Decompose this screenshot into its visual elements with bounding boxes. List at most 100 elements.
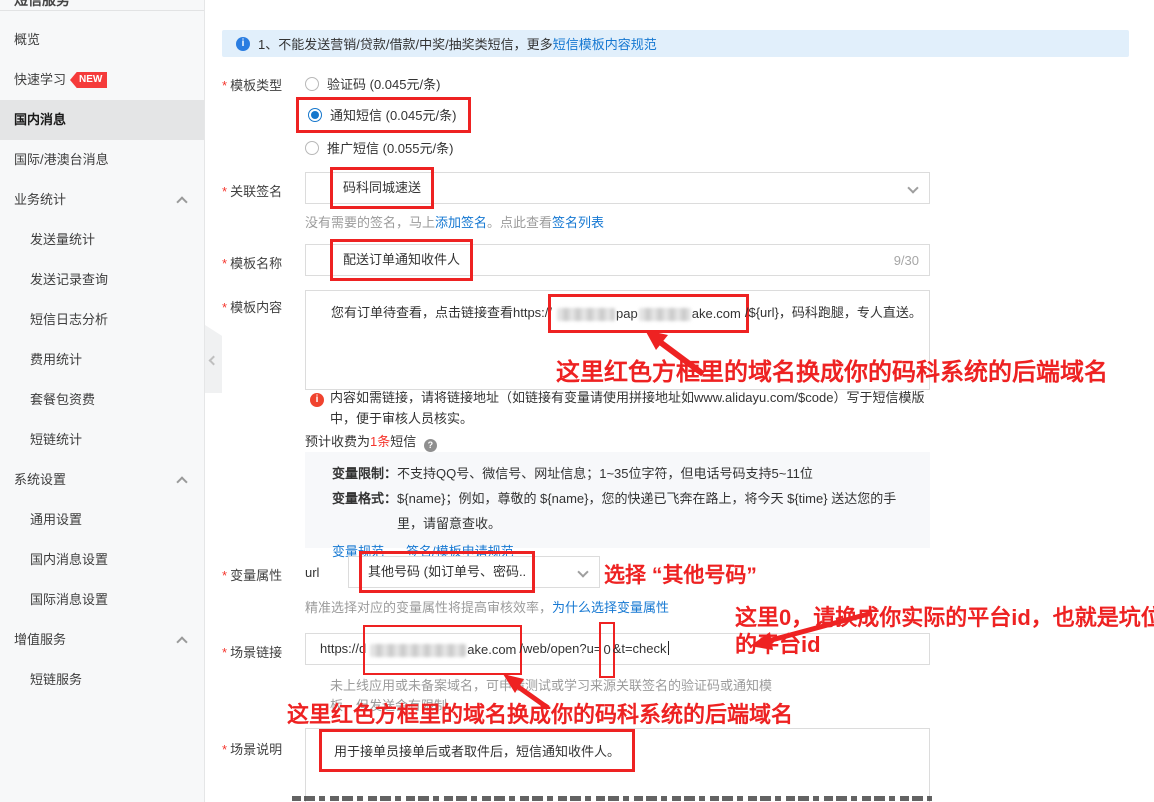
scene-link-helper-line1: 未上线应用或未备案域名，可申请测试或学习来源关联签名的验证码或通知模 — [330, 675, 772, 694]
radio-label: 验证码 (0.045元/条) — [327, 77, 440, 92]
notice-banner: i 1、不能发送营销/贷款/借款/中奖/抽奖类短信，更多短信模板内容规范 — [222, 30, 1129, 57]
variable-attr-select[interactable]: 其他号码 (如订单号、密码.. — [348, 556, 600, 588]
banner-link-template-rules[interactable]: 短信模板内容规范 — [553, 34, 657, 53]
radio-label: 推广短信 (0.055元/条) — [327, 141, 453, 156]
signature-select[interactable]: 码科同城速送 — [305, 172, 930, 204]
why-variable-attr-link[interactable]: 为什么选择变量属性 — [552, 600, 669, 615]
required-mark: * — [222, 78, 227, 93]
redbox-notification-sms: 通知短信 (0.045元/条) — [296, 97, 471, 133]
url-text: &t=check — [613, 641, 667, 656]
redbox-scene-domain: ake.com — [363, 625, 522, 675]
add-signature-link[interactable]: 添加签名 — [435, 215, 487, 230]
sidebar-item-shortlink-service[interactable]: 短链服务 — [0, 660, 204, 700]
helper-text: 没有需要的签名，马上 — [305, 215, 435, 230]
sidebar: 短信服务 概览 快速学习NEW 国内消息 国际/港澳台消息 业务统计 发送量统计… — [0, 0, 205, 802]
required-mark: * — [222, 184, 227, 199]
label-template-type: *模板类型 — [222, 75, 282, 94]
new-badge: NEW — [70, 72, 107, 88]
sidebar-group-value-added[interactable]: 增值服务 — [0, 620, 204, 660]
chevron-left-icon — [209, 356, 219, 366]
content-text: /${url}，码科跑腿，专人直送。 — [745, 305, 922, 320]
sidebar-nav: 概览 快速学习 NEW 国内消息 国际/港澳台消息 业务统计 发送量统计 发送记录… — [0, 20, 204, 700]
scene-desc-textarea[interactable]: 用于接单员接单后或者取件后，短信通知收件人。 — [305, 728, 930, 802]
help-icon[interactable]: ? — [424, 439, 437, 452]
sidebar-group-system-settings[interactable]: 系统设置 — [0, 460, 204, 500]
label-text: 场景说明 — [230, 742, 282, 757]
warning-icon: i — [310, 389, 324, 407]
label-scene-link: *场景链接 — [222, 642, 282, 661]
sidebar-item-label: 国内消息 — [14, 112, 66, 127]
label-variable-attr: *变量属性 — [222, 565, 282, 584]
fee-text: 短信 — [390, 434, 416, 449]
template-name-input[interactable]: 配送订单通知收件人 9/30 — [305, 244, 930, 276]
sidebar-group-business-stats[interactable]: 业务统计 — [0, 180, 204, 220]
sidebar-item-send-record-query[interactable]: 发送记录查询 — [0, 260, 204, 300]
label-text: 模板名称 — [230, 256, 282, 271]
chevron-up-icon — [176, 636, 187, 647]
label-template-content: *模板内容 — [222, 297, 282, 316]
sidebar-item-intl-msg-settings[interactable]: 国际消息设置 — [0, 580, 204, 620]
variable-rules-box: 变量限制：不支持QQ号、微信号、网址信息；1~35位字符，但电话号码支持5~11… — [305, 452, 930, 548]
template-name-value: 配送订单通知收件人 — [343, 252, 460, 267]
chevron-down-icon — [577, 566, 588, 577]
sidebar-item-label: 国内消息设置 — [30, 552, 108, 567]
sidebar-item-label: 发送量统计 — [30, 232, 95, 247]
sidebar-item-package-fee[interactable]: 套餐包资费 — [0, 380, 204, 420]
required-mark: * — [222, 645, 227, 660]
url-text: ake.com — [467, 642, 516, 657]
chevron-down-icon — [907, 182, 918, 193]
required-mark: * — [222, 300, 227, 315]
radio-selected-icon — [308, 108, 322, 122]
sidebar-item-label: 国际/港澳台消息 — [14, 152, 109, 167]
radio-option-verification-code[interactable]: 验证码 (0.045元/条) — [305, 74, 440, 96]
helper-text: 。点此查看 — [487, 215, 552, 230]
fee-count: 1条 — [370, 434, 390, 449]
sidebar-item-domestic-message[interactable]: 国内消息 — [0, 100, 204, 140]
sidebar-item-send-volume-stats[interactable]: 发送量统计 — [0, 220, 204, 260]
annotation-select-other: 选择 “其他号码” — [604, 559, 757, 589]
required-mark: * — [222, 568, 227, 583]
sidebar-item-quick-learn[interactable]: 快速学习 NEW — [0, 60, 204, 100]
variable-attr-helper: 精准选择对应的变量属性将提高审核效率，为什么选择变量属性 — [305, 597, 669, 616]
label-scene-desc: *场景说明 — [222, 739, 282, 758]
radio-option-promo-sms[interactable]: 推广短信 (0.055元/条) — [305, 138, 453, 160]
sidebar-item-shortlink-stats[interactable]: 短链统计 — [0, 420, 204, 460]
radio-option-notification-sms[interactable]: 通知短信 (0.045元/条) — [305, 106, 471, 128]
sidebar-item-sms-log-analysis[interactable]: 短信日志分析 — [0, 300, 204, 340]
helper-text: 精准选择对应的变量属性将提高审核效率， — [305, 600, 552, 615]
annotation-line: 这里0，请换成你实际的平台id，也就是坑位 — [735, 605, 1154, 630]
sidebar-item-fee-stats[interactable]: 费用统计 — [0, 340, 204, 380]
cut-off-text-row — [292, 796, 932, 801]
redbox-content-domain: papake.com — [548, 294, 749, 333]
content-text: ake.com — [692, 306, 741, 321]
sms-template-create-page: 短信服务 概览 快速学习NEW 国内消息 国际/港澳台消息 业务统计 发送量统计… — [0, 0, 1154, 802]
variable-format-text: ${name}；例如，尊敬的 ${name}，您的快递已飞奔在路上，将今天 ${… — [397, 486, 914, 536]
info-icon: i — [236, 37, 250, 51]
annotation-scene-domain: 这里红色方框里的域名换成你的码科系统的后端域名 — [287, 697, 793, 729]
sidebar-item-label: 快速学习 — [14, 72, 66, 87]
signature-list-link[interactable]: 签名列表 — [552, 215, 604, 230]
sidebar-item-label: 通用设置 — [30, 512, 82, 527]
chevron-up-icon — [176, 196, 187, 207]
label-signature: *关联签名 — [222, 181, 282, 200]
sidebar-item-overview[interactable]: 概览 — [0, 20, 204, 60]
sidebar-item-intl-message[interactable]: 国际/港澳台消息 — [0, 140, 204, 180]
url-text: /web/open?u= — [519, 641, 601, 656]
sidebar-item-label: 发送记录查询 — [30, 272, 108, 287]
platform-id-value: 0 — [603, 642, 610, 657]
link-note-line2: 中，便于审核人员核实。 — [330, 408, 473, 427]
label-text: 关联签名 — [230, 184, 282, 199]
sidebar-group-label: 增值服务 — [14, 632, 66, 647]
sidebar-item-label: 短链统计 — [30, 432, 82, 447]
scene-desc-value: 用于接单员接单后或者取件后，短信通知收件人。 — [334, 744, 620, 759]
radio-label: 通知短信 (0.045元/条) — [330, 108, 456, 123]
sidebar-item-label: 短信日志分析 — [30, 312, 108, 327]
sidebar-item-general-settings[interactable]: 通用设置 — [0, 500, 204, 540]
variable-limit-row: 变量限制：不支持QQ号、微信号、网址信息；1~35位字符，但电话号码支持5~11… — [332, 461, 914, 486]
sidebar-item-domestic-msg-settings[interactable]: 国内消息设置 — [0, 540, 204, 580]
radio-icon — [305, 77, 319, 91]
label-text: 变量属性 — [230, 568, 282, 583]
sidebar-collapse-handle[interactable] — [205, 325, 222, 393]
sidebar-group-label: 业务统计 — [14, 192, 66, 207]
variable-limit-label: 变量限制： — [332, 461, 397, 486]
